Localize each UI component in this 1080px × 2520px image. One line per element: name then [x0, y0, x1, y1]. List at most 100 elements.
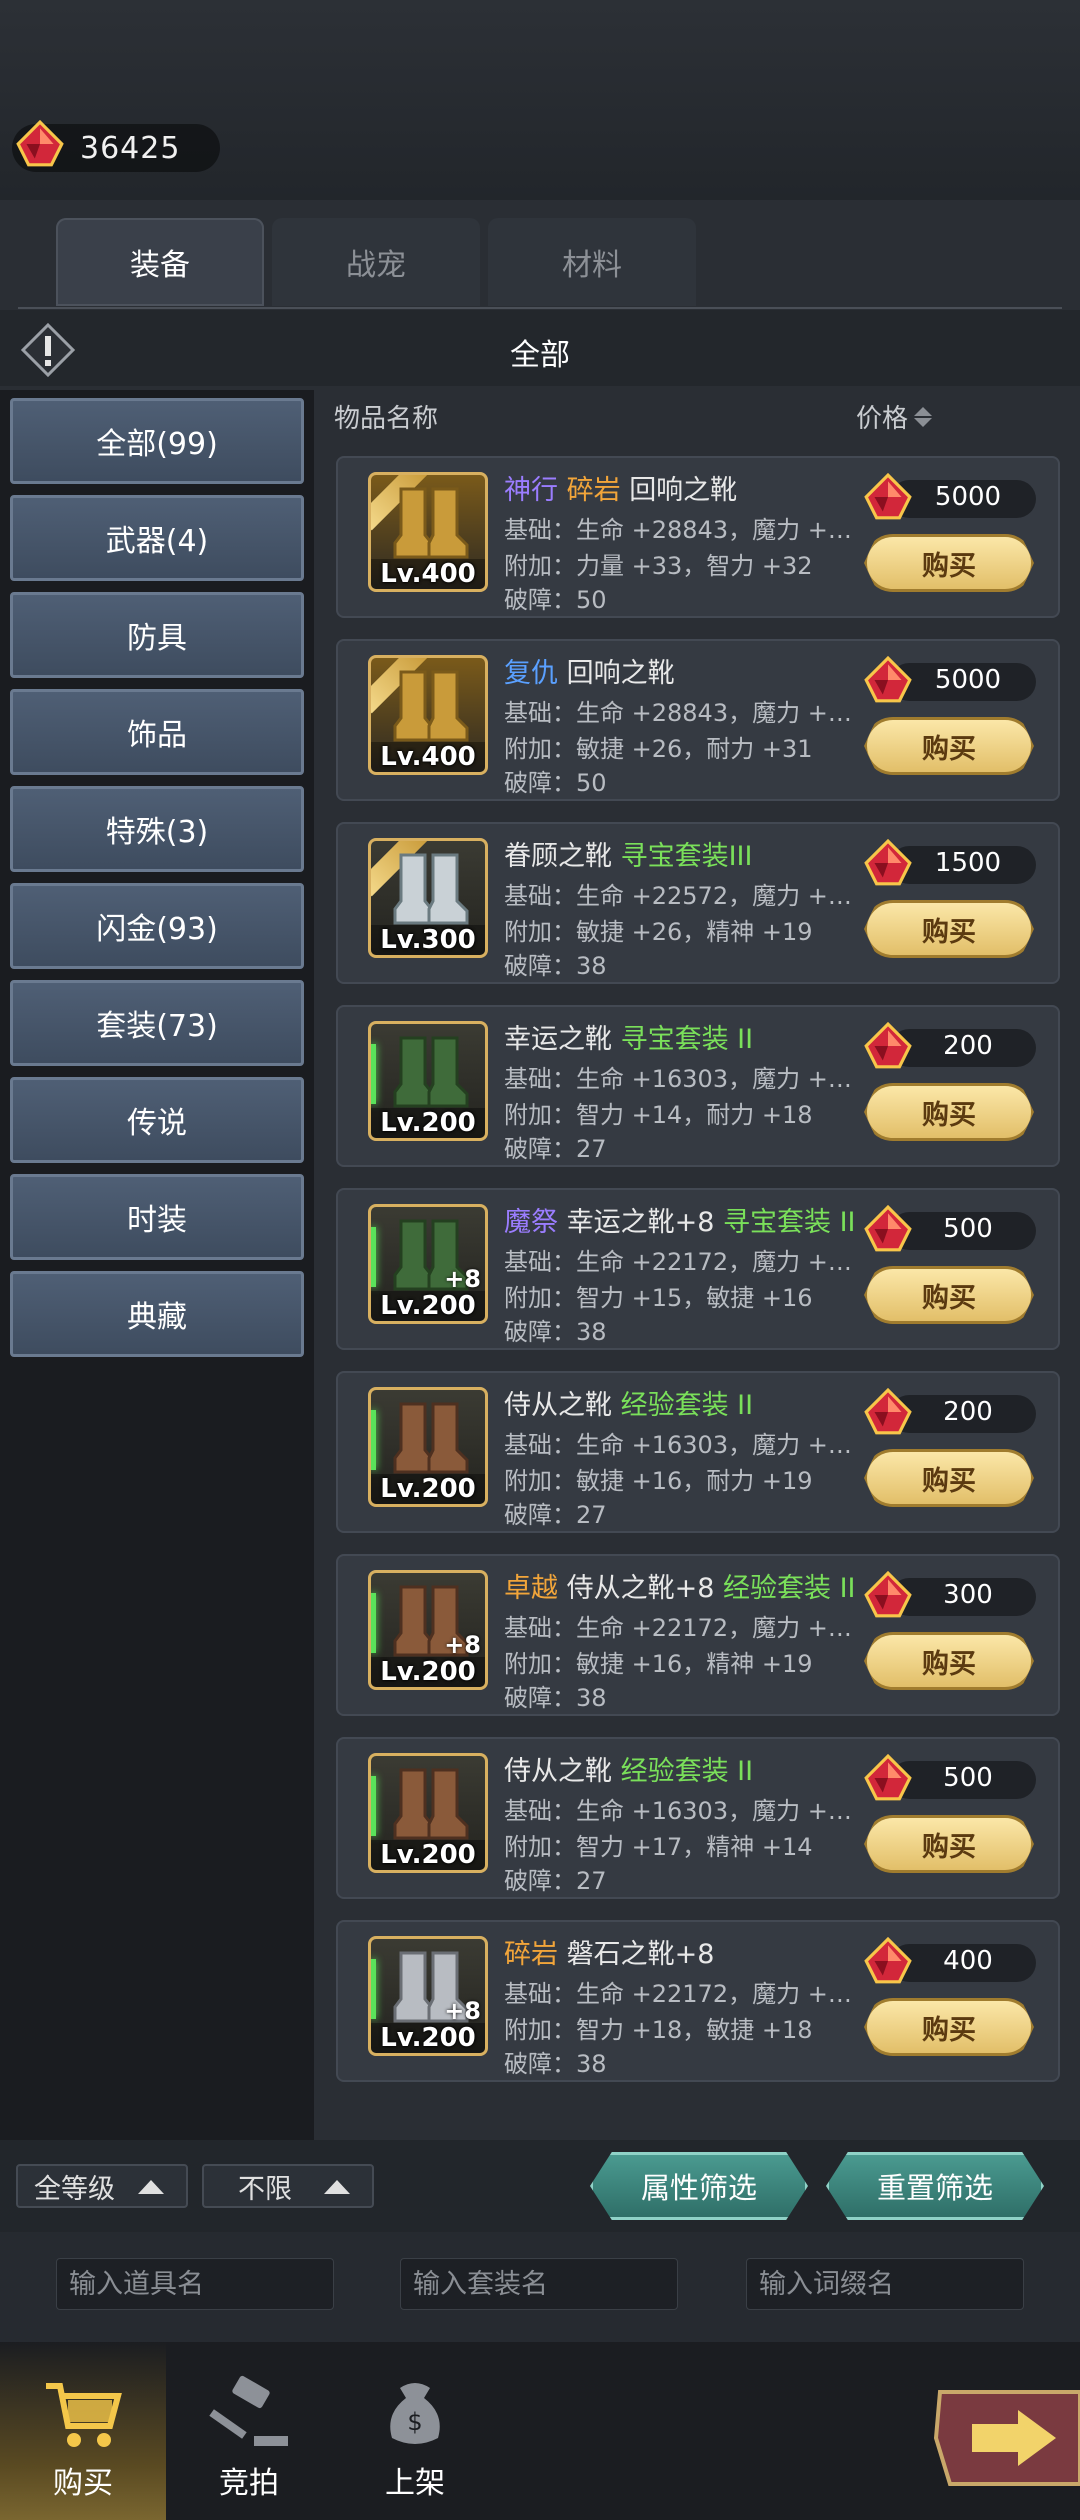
column-header-price[interactable]: 价格: [856, 398, 933, 435]
item-name-part: 碎岩: [504, 1939, 567, 1970]
buy-button[interactable]: 购买: [864, 1083, 1034, 1141]
category-flash-gold[interactable]: 闪金(93): [10, 883, 304, 969]
category-all[interactable]: 全部(99): [10, 398, 304, 484]
list-item[interactable]: Lv.300 眷顾之靴 寻宝套装III 基础：生命 +22572，魔力 +150…: [336, 822, 1060, 984]
buy-button[interactable]: 购买: [864, 534, 1034, 592]
item-level: Lv.300: [371, 925, 485, 955]
item-extra-stats: 附加：敏捷 +16，耐力 +19: [504, 1467, 813, 1495]
nav-buy[interactable]: 购买: [0, 2342, 166, 2520]
list-item[interactable]: Lv.200 幸运之靴 寻宝套装 II 基础：生命 +16303，魔力 +110…: [336, 1005, 1060, 1167]
category-collection[interactable]: 典藏: [10, 1271, 304, 1357]
list-item[interactable]: Lv.200 侍从之靴 经验套装 II 基础：生命 +16303，魔力 +110…: [336, 1737, 1060, 1899]
item-thumbnail[interactable]: Lv.200: [368, 1387, 488, 1507]
svg-text:$: $: [407, 2408, 422, 2436]
list-item[interactable]: +8 Lv.200 卓越 侍从之靴+8 经验套装 II 基础：生命 +22172…: [336, 1554, 1060, 1716]
set-name-input[interactable]: [400, 2258, 678, 2310]
item-thumbnail[interactable]: +8 Lv.200: [368, 1204, 488, 1324]
item-extra-stats: 附加：敏捷 +26，精神 +19: [504, 918, 813, 946]
buy-button[interactable]: 购买: [864, 1815, 1034, 1873]
item-name-part: 眷顾之靴: [504, 841, 621, 872]
item-base-stats: 基础：生命 +22572，魔力 +1500: [504, 882, 860, 910]
item-thumbnail[interactable]: +8 Lv.200: [368, 1936, 488, 2056]
category-weapons[interactable]: 武器(4): [10, 495, 304, 581]
item-name-part: 经验套装 II: [722, 1573, 856, 1604]
category-fashion[interactable]: 时装: [10, 1174, 304, 1260]
item-break: 破障：38: [504, 1318, 607, 1346]
list-item[interactable]: Lv.400 神行 碎岩 回响之靴 基础：生命 +28843，魔力 +1800 …: [336, 456, 1060, 618]
price-value: 300: [943, 1580, 993, 1610]
level-select[interactable]: 全等级: [16, 2164, 188, 2208]
list-item[interactable]: +8 Lv.200 魔祭 幸运之靴+8 寻宝套装 II 基础：生命 +22172…: [336, 1188, 1060, 1350]
red-gem-icon: [862, 655, 914, 707]
buy-button[interactable]: 购买: [864, 1998, 1034, 2056]
category-armor[interactable]: 防具: [10, 592, 304, 678]
item-name: 魔祭 幸运之靴+8 寻宝套装 II: [504, 1200, 864, 1239]
category-special[interactable]: 特殊(3): [10, 786, 304, 872]
item-name-part: 经验套装 II: [620, 1756, 754, 1787]
tab-pets[interactable]: 战宠: [272, 218, 480, 306]
item-name-part: 寻宝套装 II: [722, 1207, 856, 1238]
price-value: 5000: [934, 665, 1002, 695]
item-name-part: 神行: [504, 475, 567, 506]
reset-filter-button[interactable]: 重置筛选: [826, 2152, 1044, 2220]
tab-divider: [18, 307, 1062, 309]
item-thumbnail[interactable]: +8 Lv.200: [368, 1570, 488, 1690]
item-level: Lv.400: [371, 559, 485, 589]
sort-icon[interactable]: [914, 406, 933, 427]
item-thumbnail[interactable]: Lv.300: [368, 838, 488, 958]
red-gem-icon: [862, 1204, 914, 1256]
red-gem-icon: [862, 1021, 914, 1073]
limit-select[interactable]: 不限: [202, 2164, 374, 2208]
item-base-stats: 基础：生命 +16303，魔力 +1100: [504, 1431, 860, 1459]
price-value: 500: [943, 1214, 993, 1244]
item-extra-stats: 附加：智力 +17，精神 +14: [504, 1833, 813, 1861]
buy-button[interactable]: 购买: [864, 717, 1034, 775]
item-name: 卓越 侍从之靴+8 经验套装 II: [504, 1566, 864, 1605]
list-item[interactable]: +8 Lv.200 碎岩 磐石之靴+8 基础：生命 +22172，魔力 +150…: [336, 1920, 1060, 2082]
item-base-stats: 基础：生命 +16303，魔力 +1100: [504, 1065, 860, 1093]
item-extra-stats: 附加：智力 +15，敏捷 +16: [504, 1284, 813, 1312]
next-arrow-icon[interactable]: [932, 2384, 1080, 2492]
item-name-part: 侍从之靴+8: [566, 1573, 723, 1604]
list-item[interactable]: Lv.200 侍从之靴 经验套装 II 基础：生命 +16303，魔力 +110…: [336, 1371, 1060, 1533]
item-break: 破障：27: [504, 1867, 607, 1895]
affix-name-input[interactable]: [746, 2258, 1024, 2310]
item-name-part: 碎岩: [566, 475, 630, 506]
item-extra-stats: 附加：智力 +14，耐力 +18: [504, 1101, 813, 1129]
buy-button[interactable]: 购买: [864, 1449, 1034, 1507]
item-price: 200: [862, 1021, 1042, 1073]
buy-button[interactable]: 购买: [864, 1632, 1034, 1690]
item-break: 破障：38: [504, 2050, 607, 2078]
category-accessories[interactable]: 饰品: [10, 689, 304, 775]
nav-listing[interactable]: $ 上架: [332, 2342, 498, 2520]
category-legendary[interactable]: 传说: [10, 1077, 304, 1163]
item-thumbnail[interactable]: Lv.400: [368, 655, 488, 775]
item-level: Lv.200: [371, 1108, 485, 1138]
quality-bar: [371, 1410, 376, 1470]
item-name-part: 侍从之靴: [504, 1756, 621, 1787]
quality-bar: [371, 1776, 376, 1836]
list-item[interactable]: Lv.400 复仇 回响之靴 基础：生命 +28843，魔力 +1800 附加：…: [336, 639, 1060, 801]
enhance-level: +8: [444, 1997, 481, 2025]
buy-button[interactable]: 购买: [864, 1266, 1034, 1324]
item-price: 200: [862, 1387, 1042, 1439]
item-level: Lv.200: [371, 1291, 485, 1321]
boots-icon: [393, 853, 469, 925]
tab-equipment[interactable]: 装备: [56, 218, 264, 306]
red-gem-icon: [862, 1387, 914, 1439]
boots-icon: [393, 487, 469, 559]
category-sets[interactable]: 套装(73): [10, 980, 304, 1066]
attribute-filter-button[interactable]: 属性筛选: [590, 2152, 808, 2220]
red-gem-icon: [862, 472, 914, 524]
buy-button[interactable]: 购买: [864, 900, 1034, 958]
item-thumbnail[interactable]: Lv.200: [368, 1021, 488, 1141]
item-thumbnail[interactable]: Lv.200: [368, 1753, 488, 1873]
item-thumbnail[interactable]: Lv.400: [368, 472, 488, 592]
price-value: 400: [943, 1946, 993, 1976]
item-level: Lv.200: [371, 1840, 485, 1870]
caret-up-icon: [324, 2180, 350, 2194]
item-price: 1500: [862, 838, 1042, 890]
item-name-input[interactable]: [56, 2258, 334, 2310]
nav-auction[interactable]: 竞拍: [166, 2342, 332, 2520]
tab-materials[interactable]: 材料: [488, 218, 696, 306]
